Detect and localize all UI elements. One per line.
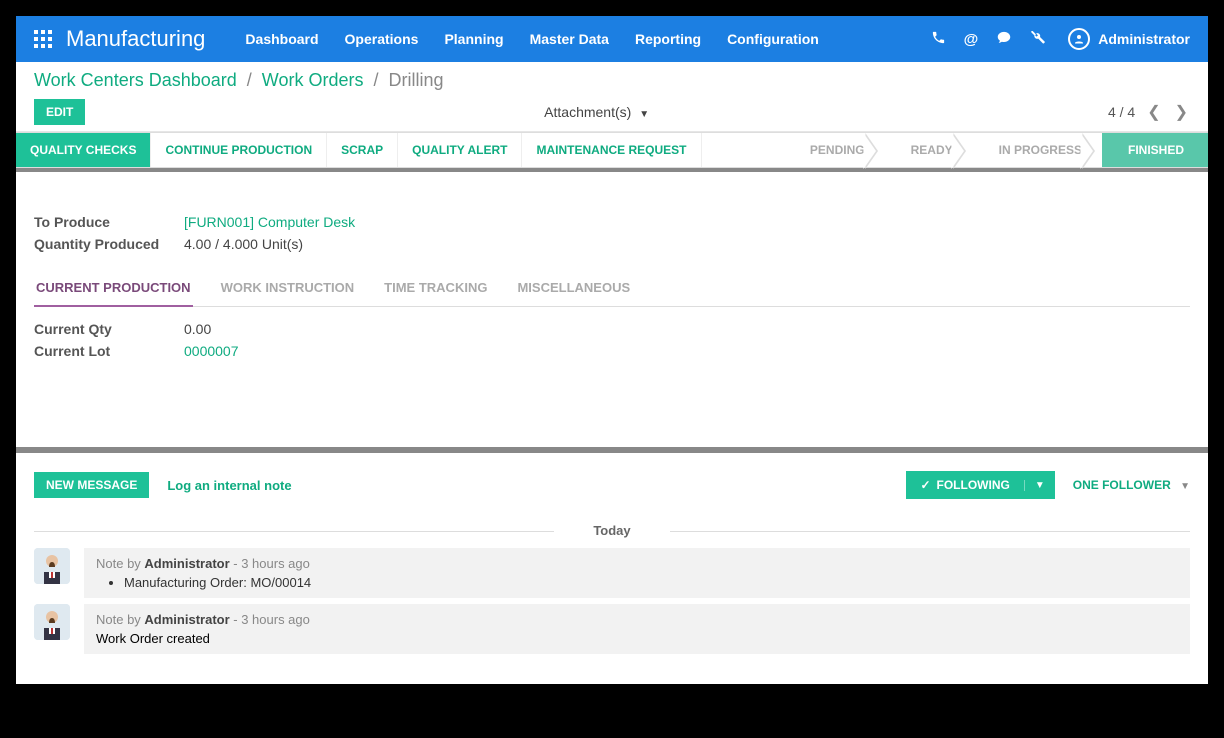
followers-label: ONE FOLLOWER [1073, 478, 1171, 492]
header-zone: Work Centers Dashboard / Work Orders / D… [16, 62, 1208, 132]
action-quality-checks[interactable]: QUALITY CHECKS [16, 133, 151, 167]
message-time: - 3 hours ago [230, 612, 310, 627]
tab-miscellaneous[interactable]: MISCELLANEOUS [515, 270, 632, 306]
app-brand: Manufacturing [66, 26, 205, 52]
user-menu[interactable]: Administrator [1068, 28, 1190, 50]
crumb-current: Drilling [389, 70, 444, 90]
caret-down-icon: ▼ [639, 109, 649, 120]
followers-dropdown[interactable]: ONE FOLLOWER ▼ [1073, 478, 1190, 492]
status-steps: PENDING READY IN PROGRESS FINISHED [784, 133, 1208, 167]
message-list-item: Manufacturing Order: MO/00014 [124, 575, 1178, 590]
message-prefix: Note by [96, 612, 144, 627]
action-scrap[interactable]: SCRAP [327, 133, 398, 167]
following-label: FOLLOWING [937, 478, 1010, 492]
current-lot-label: Current Lot [34, 343, 184, 359]
current-qty-label: Current Qty [34, 321, 184, 337]
log-internal-note-link[interactable]: Log an internal note [167, 478, 291, 493]
user-name: Administrator [1098, 31, 1190, 47]
message-text: Work Order created [96, 631, 1178, 646]
step-pending[interactable]: PENDING [784, 133, 885, 167]
detail-tabs: CURRENT PRODUCTION WORK INSTRUCTION TIME… [34, 270, 1190, 307]
nav-master-data[interactable]: Master Data [530, 31, 609, 47]
nav-reporting[interactable]: Reporting [635, 31, 701, 47]
breadcrumb: Work Centers Dashboard / Work Orders / D… [34, 70, 1190, 91]
message-prefix: Note by [96, 556, 144, 571]
status-action-bar: QUALITY CHECKS CONTINUE PRODUCTION SCRAP… [16, 132, 1208, 168]
message-item: Note by Administrator - 3 hours ago Work… [34, 604, 1190, 654]
systray: @ [931, 29, 1047, 49]
message-item: Note by Administrator - 3 hours ago Manu… [34, 548, 1190, 598]
attachments-dropdown[interactable]: Attachment(s) ▼ [544, 104, 649, 120]
message-avatar [34, 548, 70, 584]
chat-bubble-icon[interactable] [996, 30, 1012, 49]
pager-prev-button[interactable]: ❮ [1145, 102, 1162, 122]
quantity-produced-label: Quantity Produced [34, 236, 184, 252]
tab-current-production[interactable]: CURRENT PRODUCTION [34, 270, 193, 307]
nav-planning[interactable]: Planning [444, 31, 503, 47]
nav-configuration[interactable]: Configuration [727, 31, 819, 47]
chatter: NEW MESSAGE Log an internal note ✓ FOLLO… [16, 453, 1208, 684]
new-message-button[interactable]: NEW MESSAGE [34, 472, 149, 498]
message-avatar [34, 604, 70, 640]
at-icon[interactable]: @ [964, 31, 979, 48]
current-lot-value-link[interactable]: 0000007 [184, 343, 239, 359]
message-author: Administrator [144, 556, 229, 571]
crumb-work-centers-dashboard[interactable]: Work Centers Dashboard [34, 70, 237, 90]
nav-dashboard[interactable]: Dashboard [245, 31, 318, 47]
to-produce-label: To Produce [34, 214, 184, 230]
step-finished[interactable]: FINISHED [1102, 133, 1208, 167]
following-dropdown-caret[interactable]: ▼ [1024, 480, 1055, 491]
main-nav: Dashboard Operations Planning Master Dat… [245, 31, 818, 47]
user-avatar-icon [1068, 28, 1090, 50]
tab-body-current-production: Current Qty 0.00 Current Lot 0000007 [34, 307, 1190, 379]
thread-date-separator: Today [34, 523, 1190, 538]
message-body: Note by Administrator - 3 hours ago Manu… [84, 548, 1190, 598]
tab-work-instruction[interactable]: WORK INSTRUCTION [219, 270, 357, 306]
check-icon: ✓ [920, 478, 930, 492]
pager: 4 / 4 ❮ ❯ [1108, 102, 1190, 122]
quantity-produced-value: 4.00 / 4.000 Unit(s) [184, 236, 303, 252]
message-time: - 3 hours ago [230, 556, 310, 571]
edit-button[interactable]: EDIT [34, 99, 85, 125]
step-in-progress[interactable]: IN PROGRESS [973, 133, 1102, 167]
action-quality-alert[interactable]: QUALITY ALERT [398, 133, 522, 167]
chatter-toolbar: NEW MESSAGE Log an internal note ✓ FOLLO… [34, 471, 1190, 499]
tools-icon[interactable] [1030, 29, 1046, 49]
current-qty-value: 0.00 [184, 321, 211, 337]
apps-grid-icon[interactable] [34, 30, 52, 48]
record-toolbar: EDIT Attachment(s) ▼ 4 / 4 ❮ ❯ [34, 99, 1190, 125]
caret-down-icon: ▼ [1180, 481, 1190, 492]
top-navbar: Manufacturing Dashboard Operations Plann… [16, 16, 1208, 62]
attachments-label: Attachment(s) [544, 104, 631, 120]
following-button[interactable]: ✓ FOLLOWING ▼ [906, 471, 1054, 499]
message-body: Note by Administrator - 3 hours ago Work… [84, 604, 1190, 654]
crumb-work-orders[interactable]: Work Orders [262, 70, 364, 90]
to-produce-value-link[interactable]: [FURN001] Computer Desk [184, 214, 355, 230]
message-author: Administrator [144, 612, 229, 627]
tab-time-tracking[interactable]: TIME TRACKING [382, 270, 489, 306]
pager-info: 4 / 4 [1108, 104, 1135, 120]
step-ready[interactable]: READY [885, 133, 973, 167]
action-maintenance-request[interactable]: MAINTENANCE REQUEST [522, 133, 701, 167]
phone-icon[interactable] [931, 30, 946, 49]
action-continue-production[interactable]: CONTINUE PRODUCTION [151, 133, 327, 167]
nav-operations[interactable]: Operations [345, 31, 419, 47]
pager-next-button[interactable]: ❯ [1173, 102, 1190, 122]
form-sheet: To Produce [FURN001] Computer Desk Quant… [16, 168, 1208, 421]
